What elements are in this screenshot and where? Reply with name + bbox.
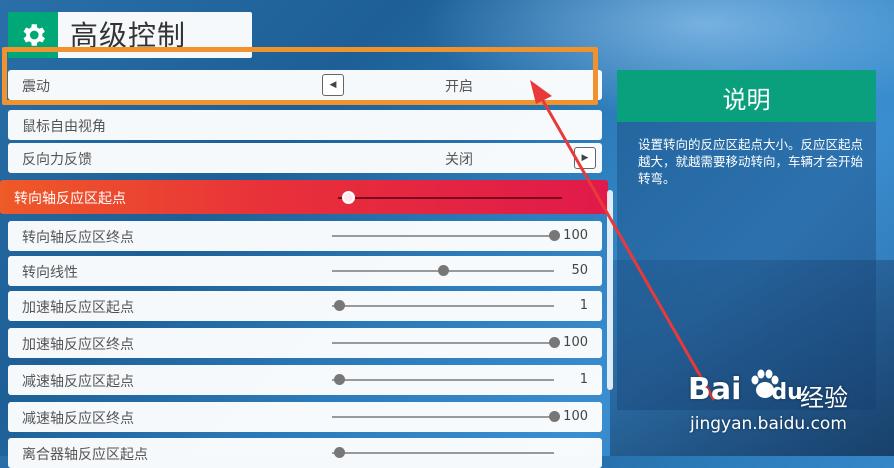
watermark-url: jingyan.baidu.com [690, 414, 847, 434]
paw-icon [751, 369, 779, 398]
watermark-cn: 经验 [800, 384, 848, 412]
watermark-brand: Bai du [688, 372, 803, 407]
